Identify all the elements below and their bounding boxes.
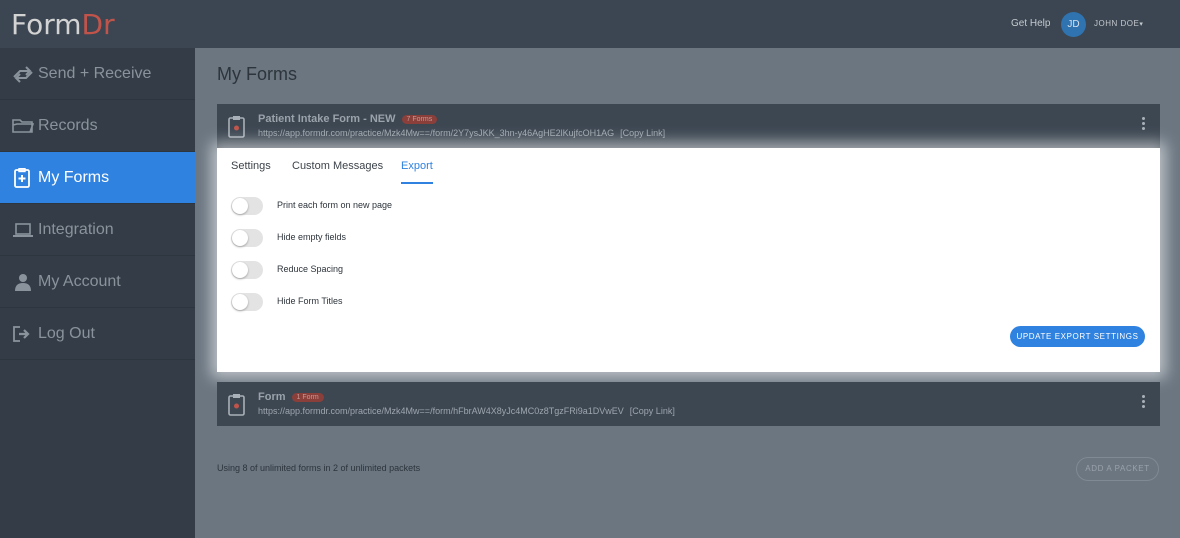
sidebar: Send + Receive Records My Forms Integrat… xyxy=(0,48,195,538)
user-icon xyxy=(12,272,34,292)
sidebar-item-label: My Forms xyxy=(38,169,110,186)
copy-link-button[interactable]: [Copy Link] xyxy=(630,406,675,416)
tab-custom-messages[interactable]: Custom Messages xyxy=(292,160,383,172)
page-title: My Forms xyxy=(217,64,297,84)
form-settings-panel: Settings Custom Messages Export Print ea… xyxy=(217,148,1160,372)
user-name-label: JOHN DOE xyxy=(1094,19,1140,28)
active-tab-indicator xyxy=(401,182,433,184)
sidebar-item-label: Records xyxy=(38,117,98,134)
sidebar-item-send-receive[interactable]: Send + Receive xyxy=(0,48,195,100)
more-vertical-icon[interactable] xyxy=(1142,117,1146,131)
app-logo[interactable]: FormDr xyxy=(11,8,115,41)
add-packet-button[interactable]: ADD A PACKET xyxy=(1076,457,1159,481)
user-menu[interactable]: JOHN DOE▾ xyxy=(1094,19,1143,28)
form-card[interactable]: Form 1 Form https://app.formdr.com/practi… xyxy=(217,382,1160,426)
form-url: https://app.formdr.com/practice/Mzk4Mw==… xyxy=(258,128,615,138)
form-count-badge: 7 Forms xyxy=(401,115,438,124)
clipboard-icon xyxy=(227,115,247,139)
option-label: Print each form on new page xyxy=(277,200,393,210)
print-each-form-toggle[interactable] xyxy=(231,197,263,215)
sidebar-item-log-out[interactable]: Log Out xyxy=(0,308,195,360)
tab-settings[interactable]: Settings xyxy=(231,160,271,172)
reduce-spacing-toggle[interactable] xyxy=(231,261,263,279)
option-label: Reduce Spacing xyxy=(277,264,344,274)
clipboard-plus-icon xyxy=(12,167,34,188)
send-receive-icon xyxy=(12,64,34,84)
clipboard-icon xyxy=(227,393,247,417)
main-content: My Forms Patient Intake Form - NEW 7 Form… xyxy=(195,48,1180,538)
folder-icon xyxy=(12,116,35,136)
top-bar: FormDr Get Help JD JOHN DOE▾ xyxy=(0,0,1180,48)
sidebar-item-label: Integration xyxy=(38,221,114,238)
tab-label: Custom Messages xyxy=(292,160,384,172)
form-count-badge: 1 Form xyxy=(291,393,324,402)
logo-text-form: Form xyxy=(11,8,82,41)
get-help-link[interactable]: Get Help xyxy=(1011,18,1050,29)
sidebar-item-my-forms[interactable]: My Forms xyxy=(0,152,195,204)
form-url: https://app.formdr.com/practice/Mzk4Mw==… xyxy=(258,406,624,416)
sidebar-item-label: My Account xyxy=(38,273,121,290)
copy-link-button[interactable]: [Copy Link] xyxy=(620,128,665,138)
hide-form-titles-toggle[interactable] xyxy=(231,293,263,311)
tab-label: Settings xyxy=(231,160,271,172)
option-label: Hide empty fields xyxy=(277,232,347,242)
option-label: Hide Form Titles xyxy=(277,296,343,306)
usage-summary: Using 8 of unlimited forms in 2 of unlim… xyxy=(217,463,421,473)
tab-label: Export xyxy=(401,160,433,172)
update-export-settings-button[interactable]: UPDATE EXPORT SETTINGS xyxy=(1010,326,1145,347)
sidebar-item-label: Log Out xyxy=(38,325,95,342)
sidebar-item-records[interactable]: Records xyxy=(0,100,195,152)
more-vertical-icon[interactable] xyxy=(1142,395,1146,409)
avatar[interactable]: JD xyxy=(1061,12,1086,37)
logo-text-dr: Dr xyxy=(81,8,115,41)
form-name: Patient Intake Form - NEW xyxy=(258,113,396,125)
laptop-icon xyxy=(12,220,34,240)
caret-down-icon: ▾ xyxy=(1139,21,1144,28)
sidebar-item-label: Send + Receive xyxy=(38,65,152,82)
form-card[interactable]: Patient Intake Form - NEW 7 Forms https:/… xyxy=(217,104,1160,148)
sidebar-item-integration[interactable]: Integration xyxy=(0,204,195,256)
tab-export[interactable]: Export xyxy=(401,160,433,184)
form-name: Form xyxy=(258,391,286,403)
hide-empty-fields-toggle[interactable] xyxy=(231,229,263,247)
sidebar-item-my-account[interactable]: My Account xyxy=(0,256,195,308)
logout-icon xyxy=(12,324,34,344)
